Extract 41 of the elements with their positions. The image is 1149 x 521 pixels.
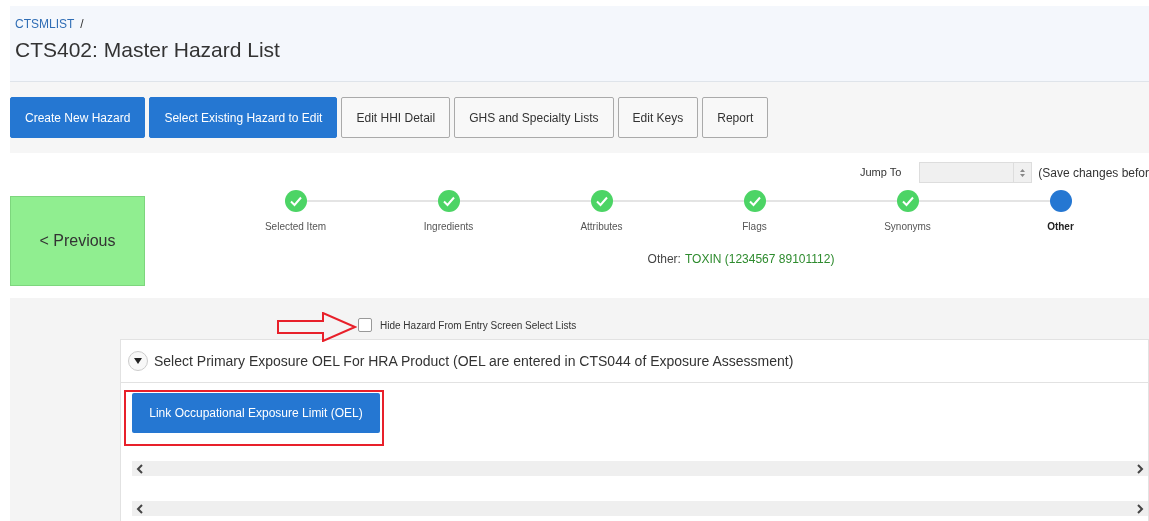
page-title: CTS402: Master Hazard List <box>15 37 281 63</box>
link-oel-button[interactable]: Link Occupational Exposure Limit (OEL) <box>132 393 380 433</box>
step-label: Flags <box>742 220 767 234</box>
horizontal-scrollbar[interactable] <box>132 461 1148 476</box>
toolbar-button[interactable]: Create New Hazard <box>10 97 146 138</box>
toolbar-button[interactable]: Edit Keys <box>617 97 699 138</box>
current-item-label: Other: <box>647 251 681 268</box>
collapse-toggle[interactable] <box>128 351 148 371</box>
step-circle-icon[interactable] <box>1049 190 1072 212</box>
step-label: Selected Item <box>264 220 327 234</box>
check-circle-icon[interactable] <box>437 190 460 212</box>
horizontal-scrollbar[interactable] <box>132 501 1148 516</box>
toolbar-button[interactable]: Edit HHI Detail <box>341 97 451 138</box>
toolbar-button[interactable]: Select Existing Hazard to Edit <box>149 97 338 138</box>
scroll-right-icon[interactable] <box>1136 503 1144 514</box>
jump-to-select[interactable] <box>919 162 1033 183</box>
scroll-left-icon[interactable] <box>136 463 144 474</box>
step-label: Synonyms <box>884 220 931 234</box>
region-title: Select Primary Exposure OEL For HRA Product (OEL are entered in CTS044 of Exposure Assessment) <box>154 351 794 371</box>
updown-caret-icon <box>1020 168 1026 177</box>
previous-button[interactable]: < Previous <box>10 196 145 286</box>
hide-hazard-checkbox[interactable] <box>358 318 372 332</box>
check-circle-icon[interactable] <box>896 190 919 212</box>
check-circle-icon[interactable] <box>590 190 613 212</box>
hide-hazard-label: Hide Hazard From Entry Screen Select Lists <box>380 318 577 333</box>
toolbar-button[interactable]: Report <box>702 97 769 138</box>
breadcrumb-separator: / <box>80 16 84 33</box>
step-label: Ingredients <box>423 220 474 234</box>
breadcrumb-link[interactable]: CTSMLIST <box>15 15 75 33</box>
step-label: Other <box>1047 220 1074 234</box>
save-changes-note: (Save changes befor <box>1038 164 1149 182</box>
scroll-left-icon[interactable] <box>136 503 144 514</box>
current-item-value: TOXIN (1234567 89101112) <box>684 251 835 268</box>
step-label: Attributes <box>580 220 623 234</box>
caret-icon <box>134 358 142 364</box>
scroll-right-icon[interactable] <box>1136 463 1144 474</box>
toolbar-button[interactable]: GHS and Specialty Lists <box>454 97 614 138</box>
check-circle-icon[interactable] <box>284 190 307 212</box>
arrow-annotation-icon <box>277 312 357 342</box>
check-circle-icon[interactable] <box>743 190 766 212</box>
jump-to-label: Jump To <box>859 165 902 181</box>
